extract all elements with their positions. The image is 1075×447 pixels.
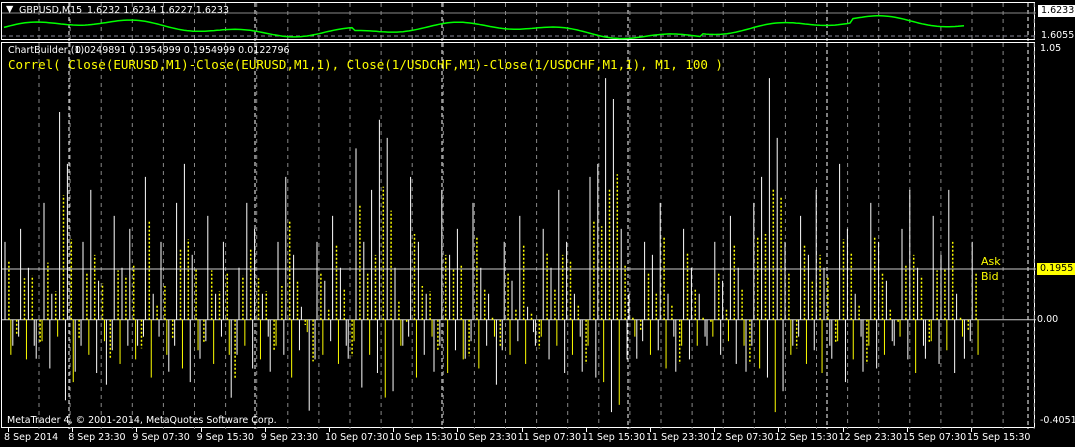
scale-max: 1.05 — [1040, 43, 1062, 54]
time-axis-tick — [329, 428, 330, 432]
time-axis-tick — [521, 428, 523, 432]
collapse-triangle-icon[interactable]: ▼ — [6, 4, 13, 15]
indicator-pane[interactable] — [1, 42, 1036, 429]
indicator-name: ChartBuilder (1) — [8, 45, 85, 56]
zero-label: 0.00 — [1037, 314, 1059, 325]
time-axis-label: 12 Sep 23:30 — [838, 432, 903, 443]
time-axis-tick — [136, 428, 138, 432]
current-price-tag: 1.6233 — [1038, 5, 1075, 17]
time-axis-tick — [200, 428, 202, 432]
bid-label: Bid — [981, 270, 999, 283]
time-axis-label: 9 Sep 15:30 — [196, 432, 254, 443]
time-axis-tick — [393, 428, 395, 432]
time-axis-tick — [971, 428, 972, 432]
time-axis-tick — [264, 428, 266, 432]
time-axis-label: 11 Sep 07:30 — [517, 432, 582, 443]
time-axis-label: 10 Sep 15:30 — [389, 432, 453, 443]
time-axis-label: 10 Sep 23:30 — [453, 432, 517, 443]
indicator-chart — [2, 43, 1036, 429]
time-axis-label: 9 Sep 07:30 — [132, 432, 190, 443]
time-axis-label: 8 Sep 2014 — [4, 432, 59, 443]
time-axis-label: 12 Sep 15:30 — [774, 432, 838, 443]
time-axis-label: 12 Sep 07:30 — [710, 432, 774, 443]
time-axis-tick — [842, 428, 844, 432]
ask-label: Ask — [981, 255, 1001, 268]
price-series — [3, 15, 965, 40]
time-axis-tick — [714, 428, 716, 432]
time-axis-tick — [650, 428, 651, 432]
time-axis-tick — [72, 428, 74, 432]
time-axis-tick — [585, 428, 587, 432]
time-axis-label: 15 Sep 07:30 — [902, 432, 967, 443]
copyright-text: MetaTrader 4, © 2001-2014, MetaQuotes So… — [7, 415, 277, 426]
time-axis-label: 11 Sep 23:30 — [646, 432, 710, 443]
indicator-values: 0.0249891 0.1954999 0.1954999 0.0122796 — [75, 45, 290, 56]
time-axis-label: 15 Sep 15:30 — [967, 432, 1031, 443]
indicator-formula: Correl( Close(EURUSD,M1)-Close(EURUSD,M1… — [8, 57, 723, 72]
ohlc-values: 1.6232 1.6234 1.6227 1.6233 — [87, 5, 230, 16]
price-scale-low: 1.6055 — [1041, 30, 1075, 41]
time-axis-tick — [8, 428, 9, 432]
time-axis-tick — [906, 428, 908, 432]
time-axis-label: 8 Sep 23:30 — [68, 432, 126, 443]
current-value-tag: 0.1955 — [1037, 263, 1075, 275]
time-axis-tick — [457, 428, 459, 432]
time-axis-tick — [778, 428, 780, 432]
scale-min: -0.4051 — [1040, 415, 1075, 426]
symbol-label: GBPUSD,M15 — [19, 5, 83, 16]
price-pane[interactable]: ▼ GBPUSD,M15 1.6232 1.6234 1.6227 1.6233 — [1, 2, 1036, 41]
time-axis-label: 10 Sep 07:30 — [325, 432, 389, 443]
time-axis-label: 11 Sep 15:30 — [581, 432, 646, 443]
time-axis-label: 9 Sep 23:30 — [260, 432, 319, 443]
